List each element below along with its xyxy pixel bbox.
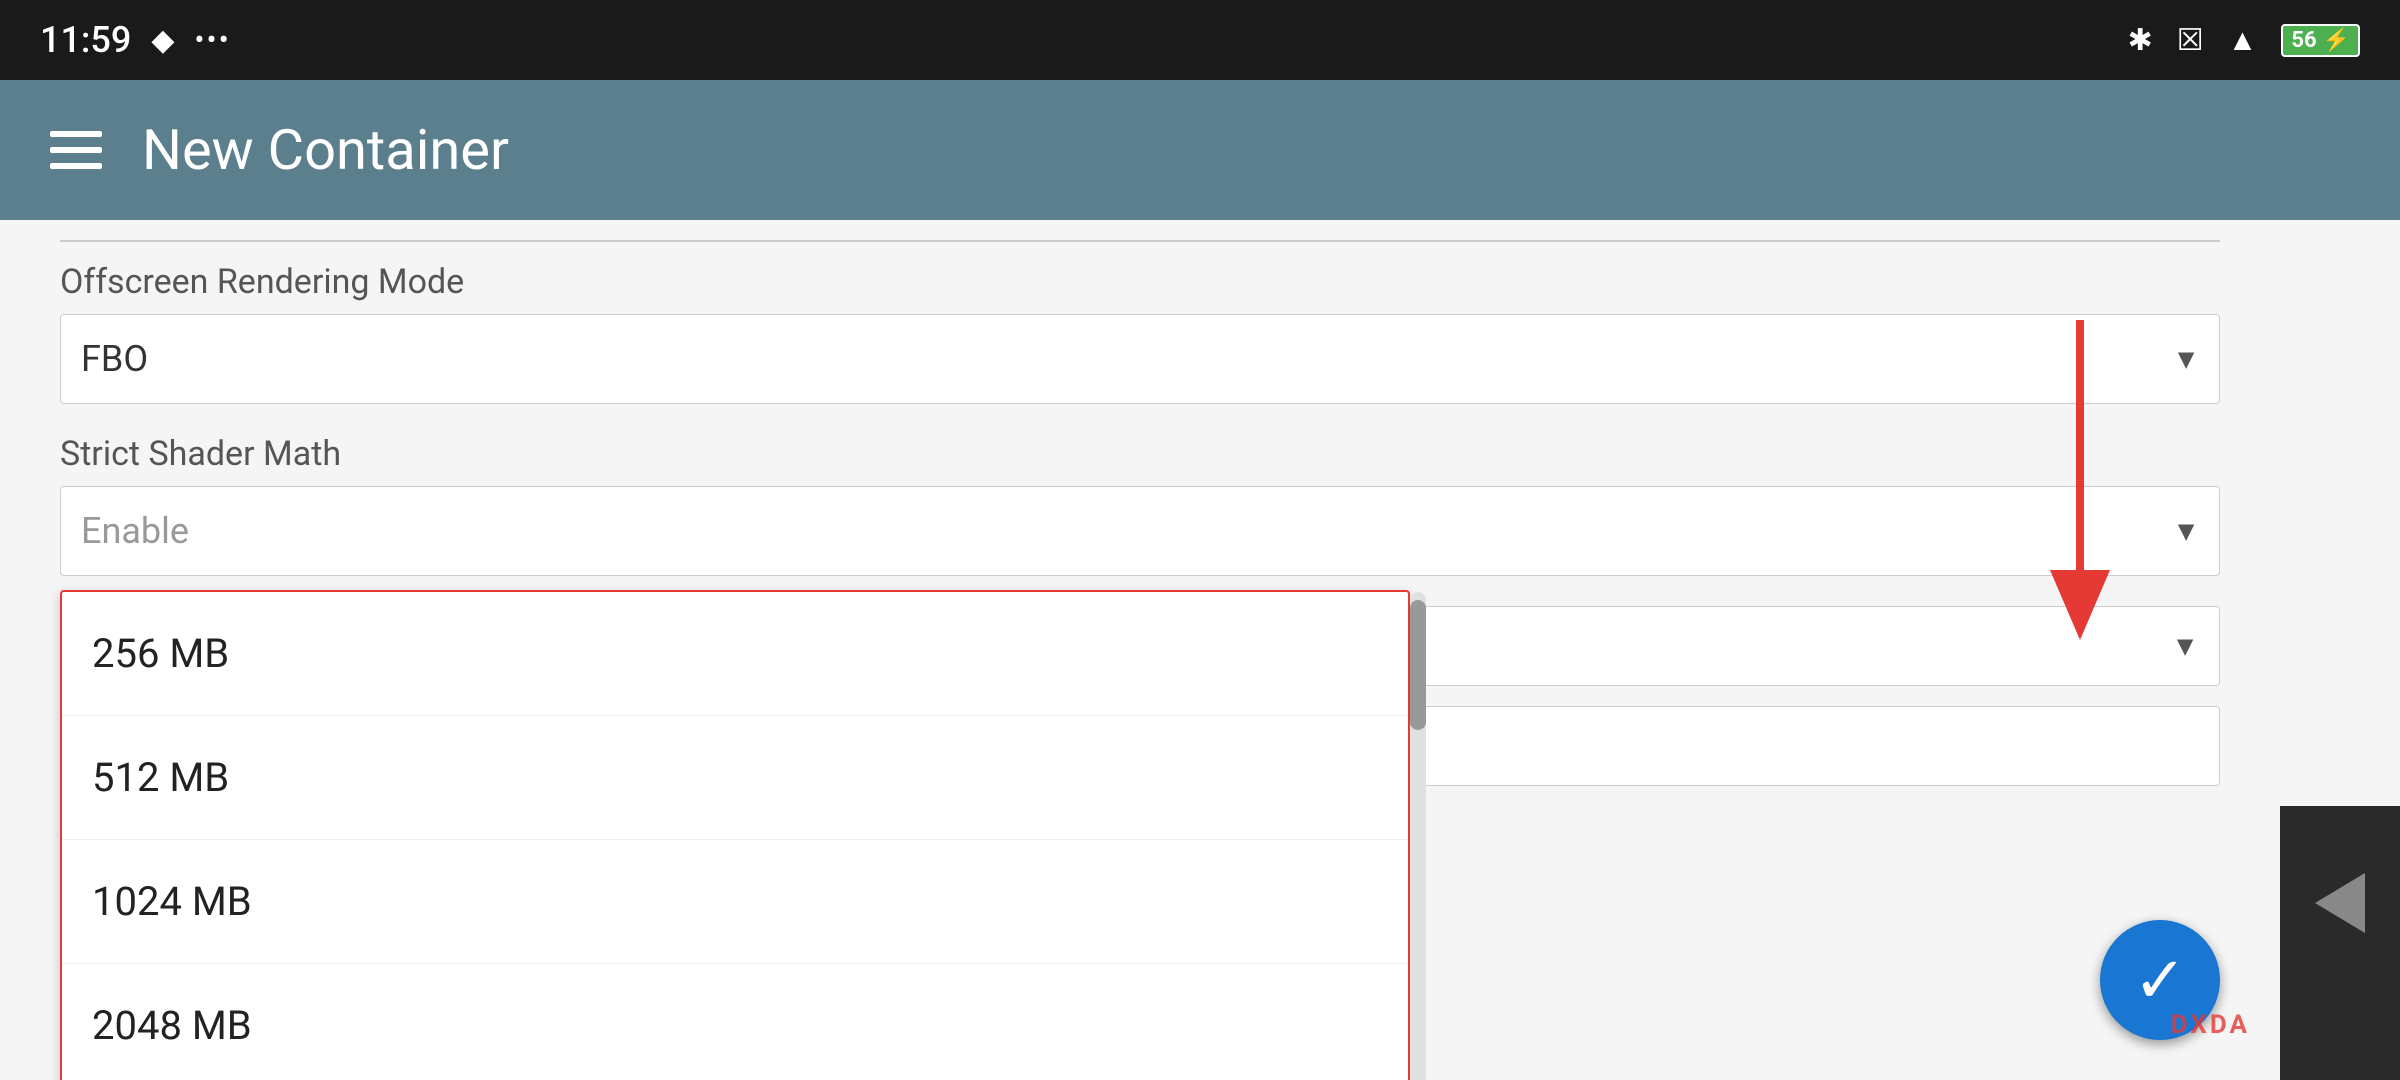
option-2048mb[interactable]: 2048 MB bbox=[62, 964, 1408, 1080]
offscreen-rendering-dropdown[interactable]: FBO bbox=[60, 314, 2220, 404]
option-256mb[interactable]: 256 MB bbox=[62, 592, 1408, 716]
dropdown-popup: 256 MB 512 MB 1024 MB 2048 MB bbox=[60, 590, 1410, 1080]
top-divider bbox=[60, 240, 2220, 242]
status-time: 11:59 bbox=[40, 19, 131, 61]
strict-shader-field: Strict Shader Math Enable ▼ bbox=[60, 434, 2220, 576]
status-more-icon: ••• bbox=[194, 23, 230, 58]
strict-shader-value: Enable bbox=[81, 510, 189, 552]
battery-indicator: 56 ⚡ bbox=[2281, 24, 2360, 57]
battery-bolt-icon: ⚡ bbox=[2323, 28, 2350, 53]
bluetooth-icon: ✱ bbox=[2128, 23, 2153, 58]
option-512mb[interactable]: 512 MB bbox=[62, 716, 1408, 840]
offscreen-rendering-dropdown-container: FBO ▼ bbox=[60, 314, 2220, 404]
offscreen-rendering-label: Offscreen Rendering Mode bbox=[60, 262, 2220, 302]
side-back-button[interactable] bbox=[2315, 873, 2365, 933]
popup-scrollbar-thumb bbox=[1410, 600, 1426, 730]
offscreen-rendering-value: FBO bbox=[81, 338, 148, 380]
app-bar: New Container bbox=[0, 80, 2400, 220]
battery-level: 56 bbox=[2291, 28, 2316, 53]
wifi-icon: ▲ bbox=[2228, 23, 2258, 58]
menu-button[interactable] bbox=[50, 131, 102, 169]
x-icon: ☒ bbox=[2177, 23, 2204, 58]
strict-shader-dropdown[interactable]: Enable bbox=[60, 486, 2220, 576]
strict-shader-dropdown-container: Enable ▼ bbox=[60, 486, 2220, 576]
status-diamond-icon: ◆ bbox=[151, 23, 174, 58]
strict-shader-label: Strict Shader Math bbox=[60, 434, 2220, 474]
option-1024mb[interactable]: 1024 MB bbox=[62, 840, 1408, 964]
status-left: 11:59 ◆ ••• bbox=[40, 19, 231, 61]
xda-text: DXDA bbox=[2171, 1010, 2250, 1040]
status-right: ✱ ☒ ▲ 56 ⚡ bbox=[2128, 23, 2360, 58]
main-content: Offscreen Rendering Mode FBO ▼ Strict Sh… bbox=[0, 220, 2400, 1080]
offscreen-rendering-field: Offscreen Rendering Mode FBO ▼ bbox=[60, 262, 2220, 404]
status-bar: 11:59 ◆ ••• ✱ ☒ ▲ 56 ⚡ bbox=[0, 0, 2400, 80]
page-title: New Container bbox=[142, 117, 509, 183]
xda-watermark: DXDA bbox=[2171, 1007, 2250, 1040]
v-dropdown-arrow-icon: ▼ bbox=[2171, 630, 2199, 663]
popup-scrollbar[interactable] bbox=[1410, 592, 1426, 1080]
